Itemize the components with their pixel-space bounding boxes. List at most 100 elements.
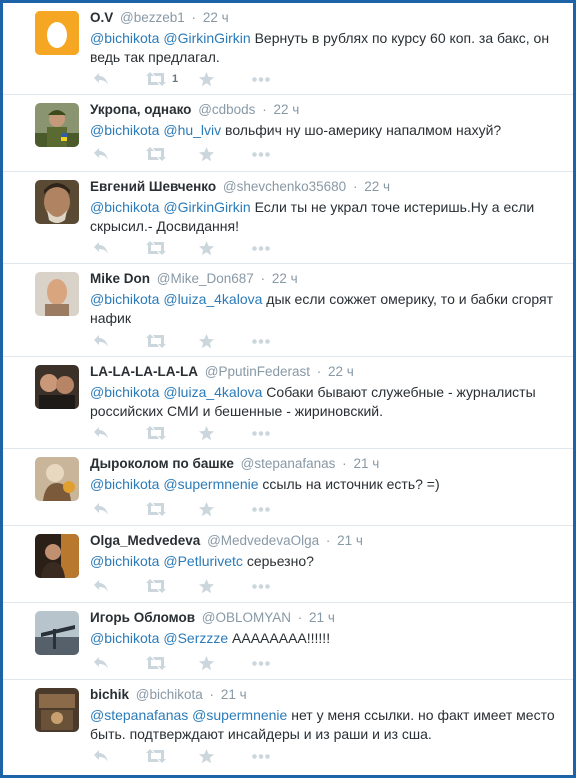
tweet[interactable]: Игорь Обломов @OBLOMYAN · 21 ч @bichikot… xyxy=(3,603,573,680)
tweet-fullname[interactable]: Укропа, однако xyxy=(90,102,191,117)
tweet-username[interactable]: @OBLOMYAN xyxy=(202,610,291,625)
mention-link[interactable]: @bichikota xyxy=(90,384,159,400)
avatar[interactable] xyxy=(35,180,79,224)
tweet[interactable]: Укропа, однако @cdbods · 22 ч @bichikota… xyxy=(3,95,573,172)
mention-link[interactable]: @hu_lviv xyxy=(163,122,221,138)
more-icon[interactable] xyxy=(252,151,305,157)
more-icon[interactable] xyxy=(252,753,305,759)
tweet-fullname[interactable]: Игорь Обломов xyxy=(90,610,195,625)
mention-link[interactable]: @bichikota xyxy=(90,122,159,138)
reply-icon[interactable] xyxy=(93,334,146,348)
tweet-timestamp[interactable]: 21 ч xyxy=(221,687,247,702)
tweet[interactable]: Mike Don @Mike_Don687 · 22 ч @bichikota … xyxy=(3,264,573,357)
retweet-icon[interactable]: 1 xyxy=(146,72,199,86)
reply-icon[interactable] xyxy=(93,72,146,86)
reply-icon[interactable] xyxy=(93,147,146,161)
more-icon[interactable] xyxy=(252,430,305,436)
tweet-fullname[interactable]: Olga_Medvedeva xyxy=(90,533,200,548)
reply-icon[interactable] xyxy=(93,579,146,593)
mention-link[interactable]: @luiza_4kalova xyxy=(163,291,262,307)
tweet-username[interactable]: @MedvedevaOlga xyxy=(207,533,319,548)
tweet-timestamp[interactable]: 22 ч xyxy=(328,364,354,379)
more-icon[interactable] xyxy=(252,583,305,589)
mention-link[interactable]: @bichikota xyxy=(90,291,159,307)
favorite-icon[interactable] xyxy=(199,333,252,349)
more-icon[interactable] xyxy=(252,660,305,666)
mention-link[interactable]: @Serzzze xyxy=(163,630,228,646)
tweet[interactable]: bichik @bichikota · 21 ч @stepanafanas @… xyxy=(3,680,573,772)
favorite-icon[interactable] xyxy=(199,240,252,256)
tweet[interactable]: Евгений Шевченко @shevchenko35680 · 22 ч… xyxy=(3,172,573,264)
mention-link[interactable]: @luiza_4kalova xyxy=(163,384,262,400)
avatar[interactable] xyxy=(35,103,79,147)
reply-icon[interactable] xyxy=(93,241,146,255)
avatar[interactable] xyxy=(35,688,79,732)
favorite-icon[interactable] xyxy=(199,655,252,671)
tweet-username[interactable]: @shevchenko35680 xyxy=(223,179,346,194)
tweet[interactable]: O.V @bezzeb1 · 22 ч @bichikota @GirkinGi… xyxy=(3,3,573,95)
tweet-fullname[interactable]: bichik xyxy=(90,687,129,702)
mention-link[interactable]: @bichikota xyxy=(90,30,159,46)
more-icon[interactable] xyxy=(252,245,305,251)
tweet-fullname[interactable]: Евгений Шевченко xyxy=(90,179,216,194)
tweet-username[interactable]: @bichikota xyxy=(136,687,203,702)
avatar[interactable] xyxy=(35,365,79,409)
retweet-icon[interactable] xyxy=(146,334,199,348)
tweet-fullname[interactable]: Mike Don xyxy=(90,271,150,286)
favorite-icon[interactable] xyxy=(199,146,252,162)
tweet-username[interactable]: @cdbods xyxy=(198,102,255,117)
reply-icon[interactable] xyxy=(93,749,146,763)
tweet-timestamp[interactable]: 21 ч xyxy=(309,610,335,625)
tweet-username[interactable]: @PputinFederast xyxy=(205,364,310,379)
more-icon[interactable] xyxy=(252,76,305,82)
avatar[interactable] xyxy=(35,534,79,578)
mention-link[interactable]: @supermnenie xyxy=(163,476,258,492)
more-icon[interactable] xyxy=(252,506,305,512)
retweet-icon[interactable] xyxy=(146,749,199,763)
mention-link[interactable]: @bichikota xyxy=(90,630,159,646)
reply-icon[interactable] xyxy=(93,426,146,440)
retweet-icon[interactable] xyxy=(146,579,199,593)
tweet[interactable]: Дыроколом по башке @stepanafanas · 21 ч … xyxy=(3,449,573,526)
mention-link[interactable]: @GirkinGirkin xyxy=(163,30,250,46)
mention-link[interactable]: @supermnenie xyxy=(192,707,287,723)
avatar[interactable] xyxy=(35,457,79,501)
tweet-fullname[interactable]: O.V xyxy=(90,10,113,25)
tweet-timestamp[interactable]: 21 ч xyxy=(353,456,379,471)
mention-link[interactable]: @bichikota xyxy=(90,199,159,215)
tweet-timestamp[interactable]: 22 ч xyxy=(364,179,390,194)
mention-link[interactable]: @GirkinGirkin xyxy=(163,199,250,215)
reply-icon[interactable] xyxy=(93,502,146,516)
mention-link[interactable]: @bichikota xyxy=(90,476,159,492)
favorite-icon[interactable] xyxy=(199,71,252,87)
tweet-fullname[interactable]: LA-LA-LA-LA-LA xyxy=(90,364,198,379)
favorite-icon[interactable] xyxy=(199,748,252,764)
favorite-icon[interactable] xyxy=(199,501,252,517)
reply-icon[interactable] xyxy=(93,656,146,670)
tweet[interactable]: LA-LA-LA-LA-LA @PputinFederast · 22 ч @b… xyxy=(3,357,573,449)
tweet-timestamp[interactable]: 22 ч xyxy=(273,102,299,117)
tweet-username[interactable]: @stepanafanas xyxy=(241,456,336,471)
tweet-username[interactable]: @bezzeb1 xyxy=(120,10,185,25)
mention-link[interactable]: @stepanafanas xyxy=(90,707,188,723)
retweet-icon[interactable] xyxy=(146,147,199,161)
tweet[interactable]: Olga_Medvedeva @MedvedevaOlga · 21 ч @bi… xyxy=(3,526,573,603)
mention-link[interactable]: @Petlurivetc xyxy=(163,553,243,569)
retweet-icon[interactable] xyxy=(146,241,199,255)
tweet-timestamp[interactable]: 22 ч xyxy=(203,10,229,25)
favorite-icon[interactable] xyxy=(199,425,252,441)
tweet-text: @bichikota @hu_lviv вольфич ну шо-америк… xyxy=(90,121,561,140)
tweet-username[interactable]: @Mike_Don687 xyxy=(157,271,254,286)
retweet-icon[interactable] xyxy=(146,656,199,670)
favorite-icon[interactable] xyxy=(199,578,252,594)
retweet-icon[interactable] xyxy=(146,426,199,440)
retweet-icon[interactable] xyxy=(146,502,199,516)
avatar[interactable] xyxy=(35,11,79,55)
avatar[interactable] xyxy=(35,611,79,655)
tweet-timestamp[interactable]: 21 ч xyxy=(337,533,363,548)
tweet-timestamp[interactable]: 22 ч xyxy=(272,271,298,286)
avatar[interactable] xyxy=(35,272,79,316)
more-icon[interactable] xyxy=(252,338,305,344)
tweet-fullname[interactable]: Дыроколом по башке xyxy=(90,456,234,471)
mention-link[interactable]: @bichikota xyxy=(90,553,159,569)
